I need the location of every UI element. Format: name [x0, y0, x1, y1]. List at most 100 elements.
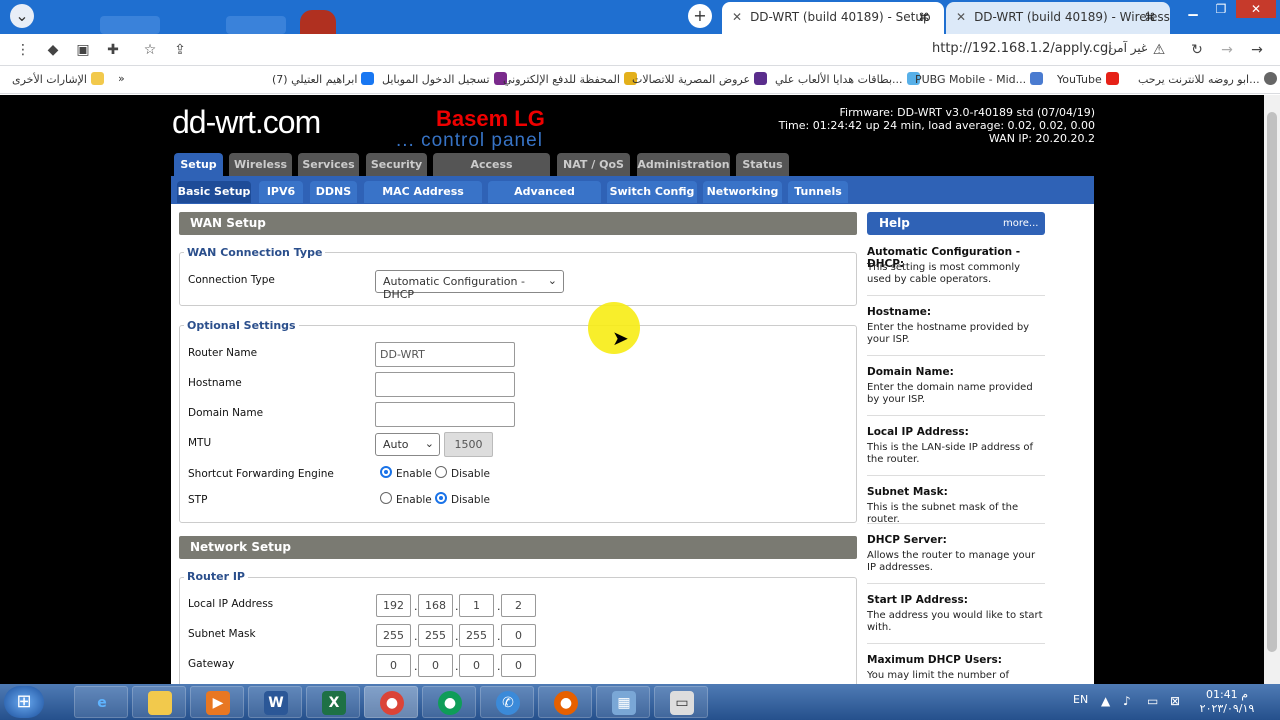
- taskbar-ie[interactable]: e: [74, 686, 128, 718]
- domain-label: Domain Name: [188, 407, 264, 419]
- menu-icon[interactable]: ⋮: [14, 41, 32, 59]
- gateway-octet-4[interactable]: 0: [501, 654, 536, 677]
- taskbar-explorer[interactable]: [132, 686, 186, 718]
- start-button[interactable]: ⊞: [4, 686, 44, 718]
- subtab-tunnels[interactable]: Tunnels: [788, 181, 848, 203]
- ext-icon[interactable]: ◆: [44, 41, 62, 59]
- profile-avatar[interactable]: [300, 10, 336, 34]
- bookmark-item[interactable]: تسجيل الدخول الموبايل: [382, 72, 507, 86]
- tab-search-button[interactable]: ⌄: [10, 4, 34, 28]
- conn-type-select[interactable]: Automatic Configuration - DHCP ⌄: [375, 270, 564, 301]
- new-tab-button[interactable]: +: [688, 4, 712, 28]
- subnet-octet-1[interactable]: 255: [376, 624, 411, 647]
- taskbar-excel[interactable]: X: [306, 686, 360, 718]
- taskbar-media[interactable]: ▶: [190, 686, 244, 718]
- taskbar-word[interactable]: W: [248, 686, 302, 718]
- bookmark-item[interactable]: (7) ابراهيم العتيلي: [272, 72, 375, 86]
- tab-setup-main[interactable]: Setup: [174, 153, 223, 176]
- local-ip-label: Local IP Address: [188, 598, 274, 610]
- share-icon[interactable]: ⇪: [171, 41, 189, 59]
- restore-button[interactable]: ❐: [1206, 0, 1236, 18]
- other-bookmarks[interactable]: الإشارات الأخرى: [12, 72, 104, 86]
- subtab-ddns[interactable]: DDNS: [310, 181, 357, 203]
- scrollbar-thumb[interactable]: [1267, 112, 1277, 652]
- bookmark-item[interactable]: YouTube: [1057, 72, 1119, 86]
- stp-disable-radio[interactable]: [435, 492, 447, 504]
- router-name-label: Router Name: [188, 347, 258, 359]
- subtab-networking[interactable]: Networking: [703, 181, 782, 203]
- taskbar-chrome[interactable]: ●: [364, 686, 418, 718]
- taskbar-firefox[interactable]: ●: [538, 686, 592, 718]
- taskbar-network[interactable]: ▦: [596, 686, 650, 718]
- subtab-ipv6[interactable]: IPV6: [259, 181, 303, 203]
- tray-up-icon[interactable]: ▲: [1101, 694, 1110, 708]
- clock[interactable]: 01:41 م ٢٠٢٣/٠٩/١٩: [1196, 688, 1258, 716]
- subtab-advanced-routing[interactable]: Advanced Routing: [488, 181, 601, 220]
- hostname-input[interactable]: [375, 372, 515, 397]
- phone-icon: ✆: [496, 691, 520, 715]
- taskbar-window[interactable]: ▭: [654, 686, 708, 718]
- bookmarks-more[interactable]: »: [118, 72, 125, 85]
- display-icon[interactable]: ▭: [1147, 694, 1158, 708]
- local-ip-octet-3[interactable]: 1: [459, 594, 494, 617]
- tab-administration[interactable]: Administration: [637, 153, 730, 176]
- local-ip-octet-1[interactable]: 192: [376, 594, 411, 617]
- router-name-input[interactable]: DD-WRT: [375, 342, 515, 367]
- help-title: Maximum DHCP Users:: [867, 654, 1003, 666]
- close-icon[interactable]: ✕: [956, 10, 966, 24]
- gateway-octet-2[interactable]: 0: [418, 654, 453, 677]
- tab-nat-qos[interactable]: NAT / QoS: [557, 153, 630, 176]
- forward-icon[interactable]: →: [1218, 41, 1236, 59]
- language-indicator[interactable]: EN: [1073, 693, 1088, 706]
- reload-icon[interactable]: ↻: [1188, 41, 1206, 59]
- stp-enable-radio[interactable]: [380, 492, 392, 504]
- tab-wireless-main[interactable]: Wireless: [229, 153, 292, 176]
- sfe-disable-radio[interactable]: [435, 466, 447, 478]
- tab-access-restrictions[interactable]: Access Restrictions: [433, 153, 550, 194]
- local-ip-octet-4[interactable]: 2: [501, 594, 536, 617]
- subnet-octet-4[interactable]: 0: [501, 624, 536, 647]
- taskbar-chrome-alt[interactable]: ●: [422, 686, 476, 718]
- subnet-label: Subnet Mask: [188, 628, 256, 640]
- tab-setup[interactable]: ✕ DD-WRT (build 40189) - Setup ⌘: [722, 2, 944, 34]
- gateway-octet-1[interactable]: 0: [376, 654, 411, 677]
- domain-input[interactable]: [375, 402, 515, 427]
- subtab-mac-clone[interactable]: MAC Address Clone: [364, 181, 482, 220]
- chrome-icon: ●: [380, 691, 404, 715]
- taskbar-phone[interactable]: ✆: [480, 686, 534, 718]
- minimize-button[interactable]: ▁: [1178, 0, 1208, 18]
- bookmark-item[interactable]: المحفظة للدفع الإلكتروني: [503, 72, 637, 86]
- tab-wireless[interactable]: ✕ DD-WRT (build 40189) - Wireless ⌘: [946, 2, 1170, 34]
- local-ip-octet-2[interactable]: 168: [418, 594, 453, 617]
- back-icon[interactable]: →: [1248, 41, 1266, 59]
- puzzle-icon[interactable]: ✚: [104, 41, 122, 59]
- gateway-octet-3[interactable]: 0: [459, 654, 494, 677]
- help-separator: [867, 415, 1045, 416]
- url-field[interactable]: http://192.168.1.2/apply.cgi: [932, 41, 1112, 56]
- bookmark-item[interactable]: بطاقات هدايا الألعاب علي...: [775, 72, 920, 86]
- tab-security[interactable]: Security: [366, 153, 427, 176]
- help-separator: [867, 295, 1045, 296]
- help-more-link[interactable]: more...: [1003, 218, 1038, 229]
- subtab-switch-config[interactable]: Switch Config: [607, 181, 697, 203]
- sidebar-icon[interactable]: ▣: [74, 41, 92, 59]
- tab-services[interactable]: Services: [298, 153, 359, 176]
- router-favicon-icon: ⌘: [918, 11, 930, 24]
- bookmark-item[interactable]: ابو روضه للانترنت يرحب...: [1138, 72, 1277, 86]
- subnet-octet-2[interactable]: 255: [418, 624, 453, 647]
- subtab-basic-setup[interactable]: Basic Setup: [177, 181, 251, 203]
- bookmark-item[interactable]: عروض المصرية للاتصالات: [632, 72, 768, 86]
- star-icon[interactable]: ☆: [141, 41, 159, 59]
- mtu-select[interactable]: Auto ⌄: [375, 433, 440, 456]
- close-icon[interactable]: ✕: [732, 10, 742, 24]
- sfe-enable-radio[interactable]: [380, 466, 392, 478]
- tab-status[interactable]: Status: [736, 153, 789, 176]
- security-label[interactable]: غير آمن: [1108, 41, 1147, 55]
- help-title: Subnet Mask:: [867, 486, 948, 498]
- close-window-button[interactable]: ✕: [1236, 0, 1276, 18]
- warning-icon[interactable]: ⚠: [1150, 41, 1168, 59]
- network-status-icon[interactable]: ⊠: [1170, 694, 1180, 708]
- bookmark-item[interactable]: PUBG Mobile - Mid...: [915, 72, 1044, 86]
- subnet-octet-3[interactable]: 255: [459, 624, 494, 647]
- volume-icon[interactable]: ♪: [1123, 694, 1131, 708]
